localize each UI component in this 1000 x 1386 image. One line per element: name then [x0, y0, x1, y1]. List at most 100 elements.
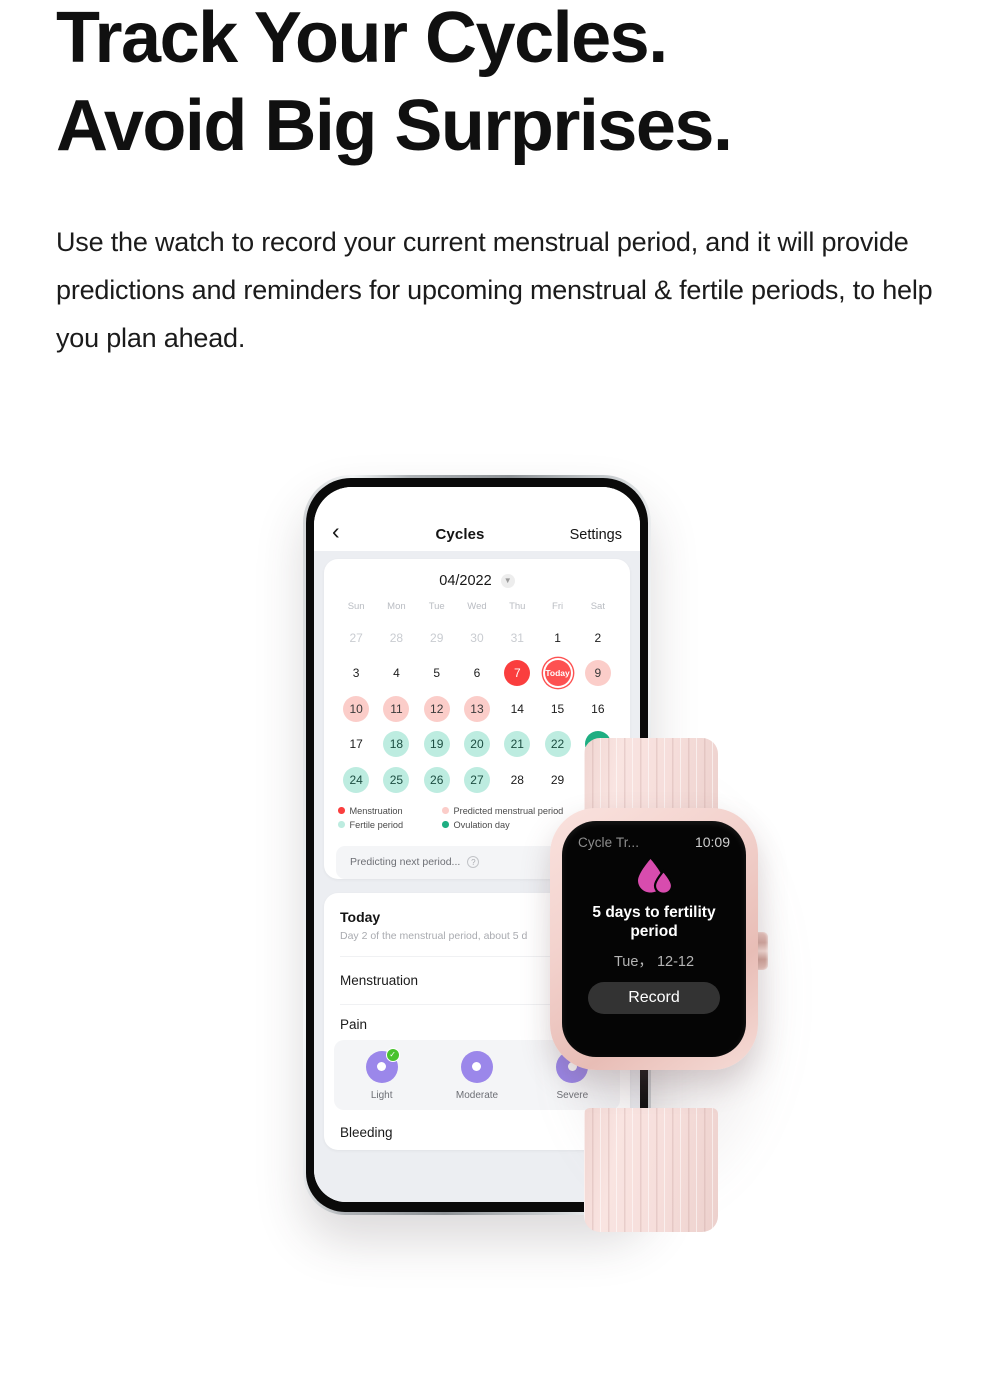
pain-option-label: Moderate [455, 1089, 499, 1101]
legend-label: Ovulation day [453, 819, 510, 830]
calendar-cell[interactable]: 18 [376, 727, 416, 763]
calendar-cell[interactable]: 27 [457, 762, 497, 798]
calendar-week-row: 27 28 29 30 31 1 2 [336, 620, 618, 656]
calendar-day[interactable]: 30 [464, 625, 490, 651]
calendar-day[interactable]: 17 [343, 731, 369, 757]
calendar-cell[interactable]: 12 [417, 691, 457, 727]
calendar-day[interactable]: 27 [343, 625, 369, 651]
calendar-day[interactable]: 28 [504, 767, 530, 793]
calendar-cell[interactable]: 2 [578, 620, 618, 656]
calendar-cell[interactable]: Today [537, 656, 577, 692]
calendar-day[interactable]: Today [544, 660, 571, 687]
calendar-cell[interactable]: 3 [336, 656, 376, 692]
watch-band-bottom [584, 1108, 718, 1232]
calendar-weekday: Fri [552, 601, 564, 612]
month-selector[interactable]: 04/2022 ▼ [324, 559, 630, 599]
calendar-weekday: Mon [387, 601, 406, 612]
calendar-cell[interactable]: 13 [457, 691, 497, 727]
calendar-cell[interactable]: 11 [376, 691, 416, 727]
back-chevron-icon[interactable]: ‹ [332, 520, 362, 543]
calendar-week-row: 10 11 12 13 14 15 16 [336, 691, 618, 727]
calendar-cell[interactable]: 25 [376, 762, 416, 798]
page-title: Track Your Cycles. Avoid Big Surprises. [56, 0, 956, 170]
calendar-week-row: 3 4 5 6 7 Today 9 [336, 656, 618, 692]
calendar-day[interactable]: 11 [383, 695, 410, 722]
calendar-cell[interactable]: 30 [457, 620, 497, 656]
record-button[interactable]: Record [588, 982, 720, 1014]
legend-label: Menstruation [349, 805, 403, 816]
chevron-down-icon[interactable]: ▼ [500, 573, 515, 588]
calendar-cell[interactable]: 10 [336, 691, 376, 727]
calendar-cell[interactable]: 20 [457, 727, 497, 763]
calendar-day[interactable]: 7 [504, 660, 531, 687]
legend-dot-icon [338, 821, 345, 828]
legend-label: Fertile period [349, 819, 404, 830]
calendar-cell[interactable]: 27 [336, 620, 376, 656]
headline-line-1: Track Your Cycles. [56, 0, 668, 78]
calendar-day[interactable]: 13 [463, 695, 490, 722]
calendar-day[interactable]: 24 [343, 766, 370, 793]
calendar-cell[interactable]: 1 [537, 620, 577, 656]
calendar-cell[interactable]: 14 [497, 691, 537, 727]
watch-main-message: 5 days to fertility period [592, 904, 716, 940]
calendar-day[interactable]: 20 [463, 731, 490, 758]
pain-option-light[interactable]: ✓ Light [334, 1047, 429, 1101]
calendar-day[interactable]: 3 [343, 660, 369, 686]
calendar-cell[interactable]: 28 [376, 620, 416, 656]
settings-button[interactable]: Settings [558, 527, 622, 543]
calendar-day[interactable]: 26 [423, 766, 450, 793]
question-circle-icon[interactable]: ? [467, 856, 480, 868]
calendar-cell[interactable]: 16 [578, 691, 618, 727]
month-label: 04/2022 [439, 573, 492, 589]
calendar-cell[interactable]: 4 [376, 656, 416, 692]
calendar-weekday: Sat [590, 601, 605, 612]
calendar-day[interactable]: 4 [383, 660, 409, 686]
watch-status-bar: Cycle Tr... 10:09 [562, 821, 746, 850]
calendar-day[interactable]: 29 [424, 625, 450, 651]
calendar-day[interactable]: 18 [383, 731, 410, 758]
menstruation-label: Menstruation [340, 972, 419, 988]
check-circle-icon: ✓ [385, 1047, 400, 1062]
legend-dot-icon [442, 807, 449, 814]
watch-case: Cycle Tr... 10:09 5 days to fertility pe… [550, 808, 758, 1070]
calendar-day[interactable]: 10 [343, 695, 370, 722]
headline-line-2: Avoid Big Surprises. [56, 86, 733, 166]
calendar-day[interactable]: 5 [424, 660, 450, 686]
calendar-cell[interactable]: 19 [417, 727, 457, 763]
calendar-weekday: Wed [467, 601, 487, 612]
calendar-cell[interactable]: 24 [336, 762, 376, 798]
calendar-cell[interactable]: 5 [417, 656, 457, 692]
calendar-cell[interactable]: 15 [537, 691, 577, 727]
calendar-day[interactable]: 31 [504, 625, 530, 651]
calendar-cell[interactable]: 26 [417, 762, 457, 798]
legend-item-ovulation: Ovulation day [442, 820, 510, 830]
calendar-weekday: Sun [347, 601, 365, 612]
calendar-day[interactable]: 21 [504, 731, 531, 758]
watch-date: Tue， 12-12 [613, 954, 695, 970]
calendar-weekday-header: Sun Mon Tue Wed Thu Fri Sat [336, 599, 618, 620]
calendar-day[interactable]: 25 [383, 766, 410, 793]
calendar-day[interactable]: 16 [585, 696, 611, 722]
page-description: Use the watch to record your current men… [56, 227, 933, 353]
calendar-cell[interactable]: 7 [497, 656, 537, 692]
calendar-day[interactable]: 2 [585, 625, 611, 651]
device-stage: ‹ Cycles Settings 04/2022 ▼ Sun Mon Tue … [0, 430, 1000, 1260]
pain-option-moderate[interactable]: Moderate [429, 1050, 524, 1101]
calendar-day[interactable]: 14 [504, 696, 530, 722]
calendar-cell[interactable]: 29 [417, 620, 457, 656]
calendar-cell[interactable]: 31 [497, 620, 537, 656]
calendar-day[interactable]: 6 [464, 660, 490, 686]
calendar-day[interactable]: 19 [423, 731, 450, 758]
calendar-day[interactable]: 15 [545, 696, 571, 722]
calendar-day[interactable]: 12 [423, 695, 450, 722]
watch-screen: Cycle Tr... 10:09 5 days to fertility pe… [562, 821, 746, 1057]
calendar-cell[interactable]: 6 [457, 656, 497, 692]
calendar-weekday: Tue [428, 601, 445, 612]
calendar-cell[interactable]: 9 [578, 656, 618, 692]
calendar-day[interactable]: 27 [463, 766, 490, 793]
legend-item-menstruation: Menstruation [338, 806, 442, 816]
calendar-cell[interactable]: 17 [336, 727, 376, 763]
calendar-day[interactable]: 28 [383, 625, 409, 651]
calendar-day[interactable]: 9 [584, 660, 611, 687]
calendar-day[interactable]: 1 [545, 625, 571, 651]
